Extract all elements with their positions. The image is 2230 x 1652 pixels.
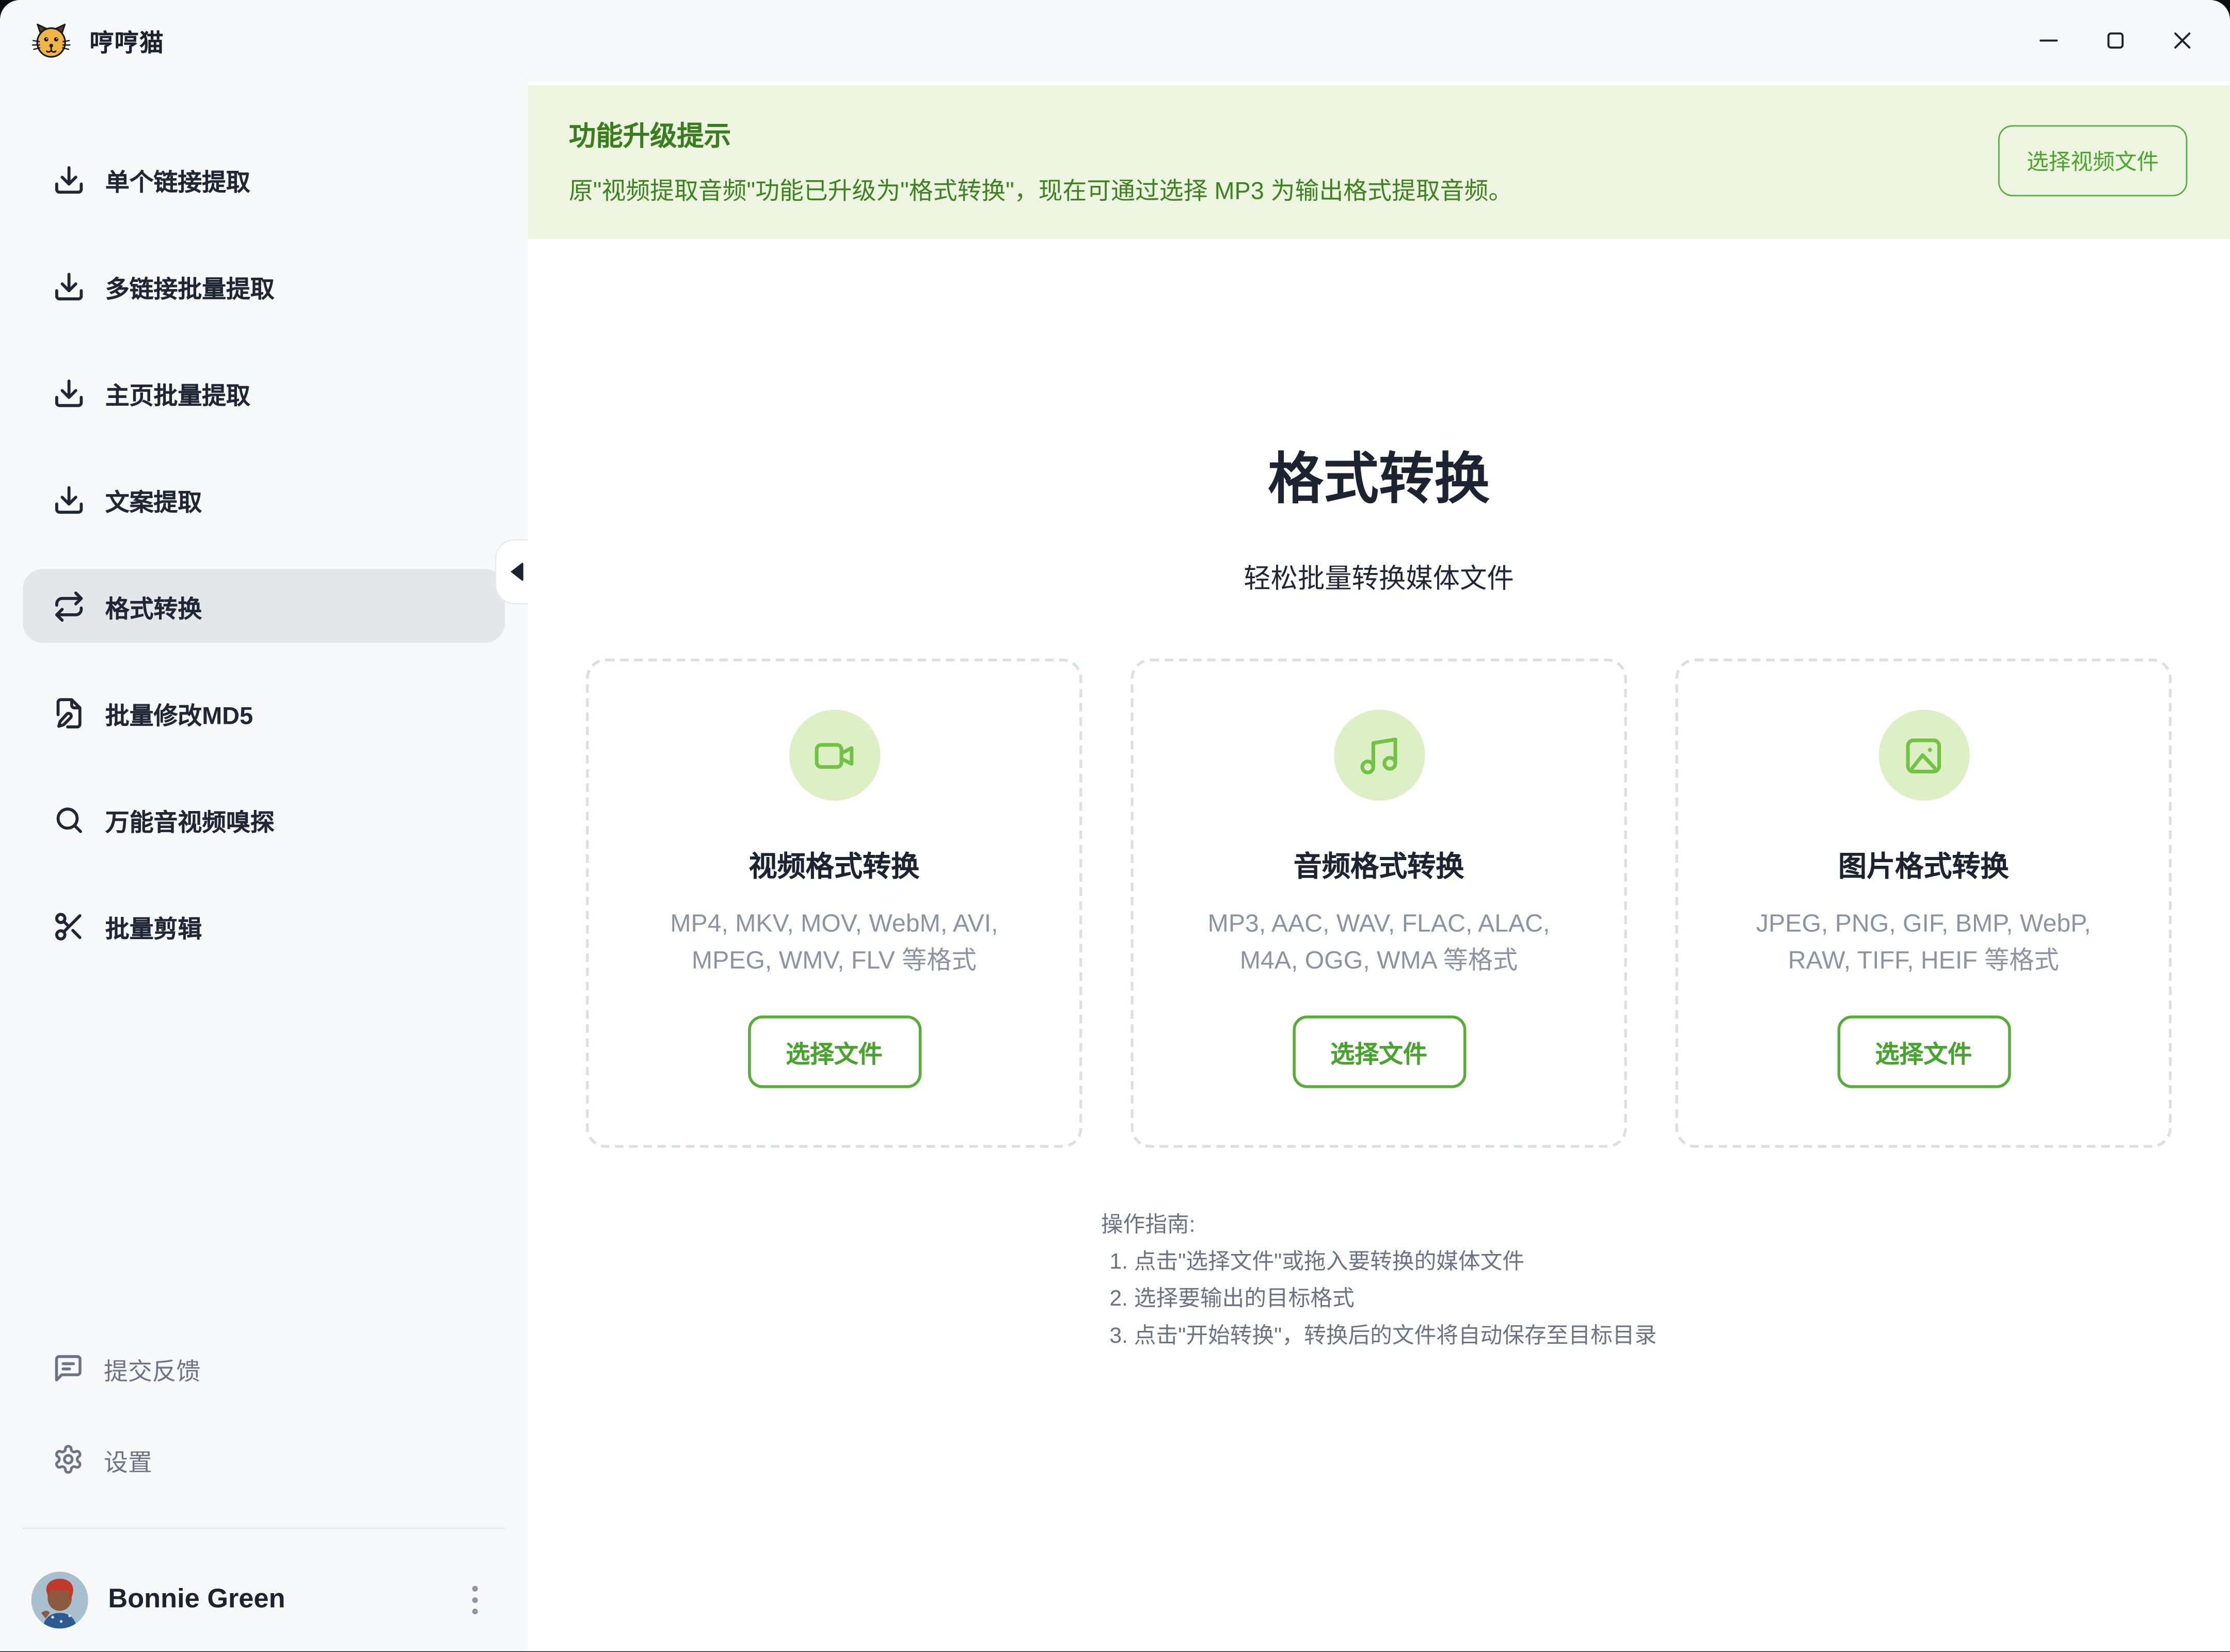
sidebar-item-homepage-batch-extract[interactable]: 主页批量提取 <box>23 356 505 430</box>
download-icon <box>53 376 85 409</box>
conversion-cards: 视频格式转换 MP4, MKV, MOV, WebM, AVI, MPEG, W… <box>528 659 2230 1148</box>
user-profile-row[interactable]: Bonnie Green <box>23 1529 505 1651</box>
download-icon <box>53 269 85 302</box>
sidebar-item-batch-modify-md5[interactable]: 批量修改MD5 <box>23 676 505 750</box>
sidebar: 单个链接提取 多链接批量提取 主页批量提取 文案提取 格式转换 <box>0 81 528 1651</box>
sidebar-item-label: 格式转换 <box>105 588 202 624</box>
guide-step: 1. 点击"选择文件"或拖入要转换的媒体文件 <box>1109 1245 1656 1282</box>
titlebar: 哼哼猫 <box>0 0 2230 81</box>
search-icon <box>53 803 85 835</box>
close-icon[interactable] <box>2159 18 2204 63</box>
video-convert-card: 视频格式转换 MP4, MKV, MOV, WebM, AVI, MPEG, W… <box>586 659 1082 1148</box>
sidebar-item-label: 批量修改MD5 <box>105 695 253 730</box>
upgrade-banner: 功能升级提示 原"视频提取音频"功能已升级为"格式转换"，现在可通过选择 MP3… <box>528 85 2230 239</box>
sidebar-item-submit-feedback[interactable]: 提交反馈 <box>23 1331 505 1405</box>
sidebar-item-multi-link-batch-extract[interactable]: 多链接批量提取 <box>23 249 505 323</box>
operation-guide: 操作指南: 1. 点击"选择文件"或拖入要转换的媒体文件 2. 选择要输出的目标… <box>1101 1208 1657 1356</box>
kebab-menu-icon[interactable] <box>454 1575 497 1626</box>
repeat-icon <box>53 590 85 622</box>
guide-step: 3. 点击"开始转换"，转换后的文件将自动保存至目标目录 <box>1109 1319 1656 1356</box>
sidebar-collapse-handle[interactable] <box>495 539 528 605</box>
avatar <box>31 1571 88 1628</box>
main-content: 功能升级提示 原"视频提取音频"功能已升级为"格式转换"，现在可通过选择 MP3… <box>528 81 2230 1651</box>
sidebar-item-label: 文案提取 <box>105 482 202 517</box>
app-title: 哼哼猫 <box>90 23 165 58</box>
icon-circle <box>1878 710 1969 801</box>
image-convert-card: 图片格式转换 JPEG, PNG, GIF, BMP, WebP, RAW, T… <box>1676 659 2172 1148</box>
card-title: 视频格式转换 <box>614 844 1054 885</box>
icon-circle <box>1333 710 1424 801</box>
card-formats: MP4, MKV, MOV, WebM, AVI, MPEG, WMV, FLV… <box>614 904 1054 978</box>
chevron-left-icon <box>511 562 523 582</box>
sidebar-item-settings[interactable]: 设置 <box>23 1422 505 1496</box>
guide-step: 2. 选择要输出的目标格式 <box>1109 1281 1656 1319</box>
gear-icon <box>53 1443 84 1475</box>
music-note-icon <box>1357 733 1400 777</box>
card-formats: MP3, AAC, WAV, FLAC, ALAC, M4A, OGG, WMA… <box>1159 904 1598 978</box>
sidebar-item-label: 主页批量提取 <box>105 375 250 410</box>
sidebar-item-label: 批量剪辑 <box>105 908 202 944</box>
app-logo-cat-icon <box>31 21 71 60</box>
download-icon <box>53 163 85 195</box>
image-icon <box>1902 733 1946 777</box>
sidebar-item-label: 单个链接提取 <box>105 162 250 197</box>
select-file-button[interactable]: 选择文件 <box>1837 1015 2010 1088</box>
select-video-file-button[interactable]: 选择视频文件 <box>1998 125 2187 196</box>
sidebar-item-single-link-extract[interactable]: 单个链接提取 <box>23 142 505 216</box>
audio-convert-card: 音频格式转换 MP3, AAC, WAV, FLAC, ALAC, M4A, O… <box>1130 659 1627 1148</box>
select-file-button[interactable]: 选择文件 <box>747 1015 921 1088</box>
guide-title: 操作指南: <box>1101 1208 1657 1245</box>
feedback-bubble-icon <box>53 1353 84 1384</box>
sidebar-item-label: 提交反馈 <box>104 1351 200 1386</box>
minimize-icon[interactable] <box>2025 18 2070 63</box>
banner-title: 功能升级提示 <box>569 115 1964 153</box>
download-icon <box>53 483 85 515</box>
sidebar-item-label: 万能音视频嗅探 <box>105 801 275 837</box>
card-formats: JPEG, PNG, GIF, BMP, WebP, RAW, TIFF, HE… <box>1704 904 2143 978</box>
file-pen-icon <box>53 696 85 729</box>
app-window: 哼哼猫 单个链接提取 <box>0 0 2230 1651</box>
select-file-button[interactable]: 选择文件 <box>1292 1015 1466 1088</box>
icon-circle <box>789 710 880 801</box>
maximize-icon[interactable] <box>2092 18 2138 63</box>
card-title: 图片格式转换 <box>1704 844 2143 885</box>
scissors-icon <box>53 910 85 942</box>
sidebar-item-batch-clip[interactable]: 批量剪辑 <box>23 889 505 963</box>
banner-body: 原"视频提取音频"功能已升级为"格式转换"，现在可通过选择 MP3 为输出格式提… <box>569 171 1964 206</box>
sidebar-item-format-convert[interactable]: 格式转换 <box>23 569 505 643</box>
window-controls <box>2025 18 2204 63</box>
card-title: 音频格式转换 <box>1159 844 1598 885</box>
sidebar-spacer <box>23 996 505 1331</box>
sidebar-item-label: 多链接批量提取 <box>105 268 275 304</box>
page-subtitle: 轻松批量转换媒体文件 <box>528 558 2230 596</box>
user-name: Bonnie Green <box>108 1584 285 1616</box>
sidebar-item-label: 设置 <box>104 1441 152 1477</box>
video-camera-icon <box>812 733 856 777</box>
page-title: 格式转换 <box>528 435 2230 515</box>
sidebar-item-universal-media-sniffer[interactable]: 万能音视频嗅探 <box>23 782 505 856</box>
sidebar-item-copywriting-extract[interactable]: 文案提取 <box>23 462 505 536</box>
